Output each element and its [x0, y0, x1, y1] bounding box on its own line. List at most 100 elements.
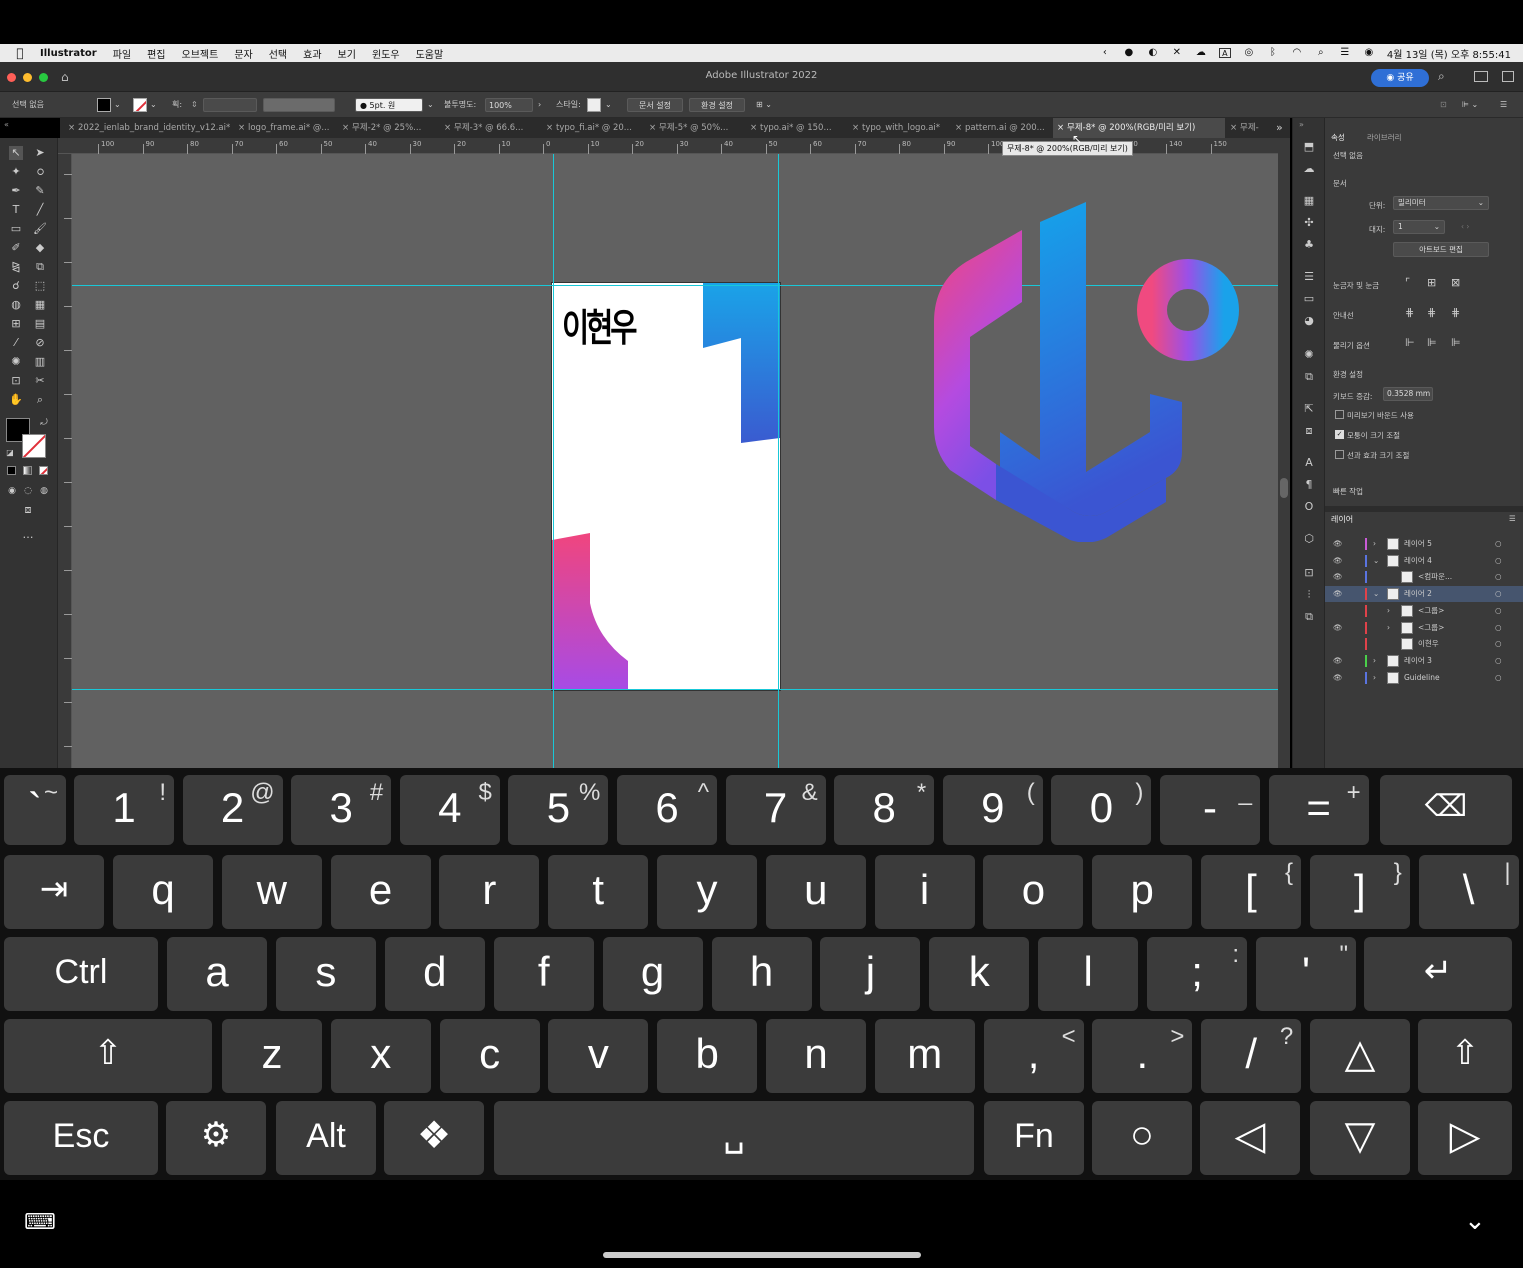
- key-symbol[interactable]: ` ~: [4, 775, 66, 845]
- tab-document[interactable]: × 2022_ienlab_brand_identity_v12.ai*: [64, 118, 232, 138]
- apple-icon[interactable]: : [0, 46, 40, 60]
- guide-horizontal[interactable]: [72, 689, 1278, 690]
- tab-libraries[interactable]: 라이브러리: [1367, 132, 1402, 143]
- disclosure-icon[interactable]: ›: [1387, 603, 1390, 619]
- airplay-icon[interactable]: ◎: [1243, 48, 1255, 58]
- key-g[interactable]: g: [602, 937, 703, 1011]
- tab-document[interactable]: × 무제-5* @ 50%...: [645, 118, 745, 138]
- bluetooth-icon[interactable]: ᛒ: [1267, 48, 1279, 58]
- align-icon[interactable]: ⊡: [1440, 98, 1447, 112]
- tab-document[interactable]: × typo_fi.ai* @ 20...: [542, 118, 642, 138]
- slice-tool-icon[interactable]: ✂: [33, 374, 47, 388]
- target-icon[interactable]: ○: [1495, 636, 1502, 652]
- key-j[interactable]: j: [820, 937, 921, 1011]
- mesh-tool-icon[interactable]: ⊞: [9, 317, 23, 331]
- menu-edit[interactable]: 편집: [147, 46, 165, 61]
- eye-icon[interactable]: 👁: [1333, 569, 1343, 585]
- wifi-icon[interactable]: ◠: [1291, 48, 1303, 58]
- key-symbol[interactable]: /?: [1201, 1019, 1302, 1093]
- rectangle-tool-icon[interactable]: ▭: [9, 222, 23, 236]
- key-b[interactable]: b: [657, 1019, 758, 1093]
- appearance-icon[interactable]: ✺: [1302, 348, 1316, 362]
- space-key[interactable]: ␣: [494, 1101, 974, 1175]
- eye-icon[interactable]: 👁: [1333, 553, 1343, 569]
- key-1[interactable]: 1!: [74, 775, 174, 845]
- more-tabs-icon[interactable]: »: [1276, 121, 1283, 134]
- snap-glyph-icon[interactable]: ⊫: [1451, 336, 1461, 349]
- blend-tool-icon[interactable]: ⊘: [33, 336, 47, 350]
- target-icon[interactable]: ○: [1495, 670, 1502, 686]
- distribute-icon[interactable]: ⊫ ⌄: [1462, 98, 1478, 112]
- layer-name[interactable]: 레이어 2: [1404, 586, 1432, 602]
- shaper-tool-icon[interactable]: ✐: [9, 241, 23, 255]
- hand-tool-icon[interactable]: ✋: [9, 393, 23, 407]
- key-7[interactable]: 7 &: [725, 775, 826, 845]
- pathfinder-icon[interactable]: ⧉: [1302, 610, 1316, 624]
- menubar-datetime[interactable]: 4월 13일 (목) 오후 8:55:41: [1387, 46, 1511, 61]
- preferences-button[interactable]: 환경 설정: [689, 98, 745, 112]
- transparency-icon[interactable]: ◕: [1302, 314, 1316, 328]
- close-tab-icon[interactable]: ×: [238, 118, 245, 138]
- stroke-color-box[interactable]: [22, 434, 46, 458]
- preview-bounds-checkbox[interactable]: [1335, 410, 1344, 419]
- stroke-panel-icon[interactable]: ☰: [1302, 270, 1316, 284]
- layer-name[interactable]: 레이어 3: [1404, 653, 1432, 669]
- panel-collapse-icon[interactable]: «: [4, 120, 9, 129]
- unit-dropdown[interactable]: 밀리미터 ⌄: [1393, 196, 1489, 210]
- backspace-key[interactable]: ⌫: [1380, 775, 1512, 845]
- target-icon[interactable]: ○: [1495, 553, 1502, 569]
- hide-keyboard-icon[interactable]: ⌄: [1464, 1206, 1486, 1236]
- perspective-grid-tool-icon[interactable]: ▦: [33, 298, 47, 312]
- chevron-right-icon[interactable]: ›: [538, 98, 541, 112]
- eye-icon[interactable]: 👁: [1333, 536, 1343, 552]
- warp-tool-icon[interactable]: ☌: [9, 279, 23, 293]
- close-tab-icon[interactable]: ×: [649, 118, 656, 138]
- tab-document[interactable]: × pattern.ai @ 200...: [951, 118, 1053, 138]
- layer-row[interactable]: 👁 › <그룹> ○: [1325, 620, 1523, 636]
- opacity-label[interactable]: 불투명도:: [444, 98, 476, 112]
- arrange-icon[interactable]: ⊞ ⌄: [756, 98, 772, 112]
- key-6[interactable]: 6 ^: [617, 775, 717, 845]
- input-source-icon[interactable]: A: [1218, 48, 1231, 58]
- paintbrush-tool-icon[interactable]: 🖌: [33, 222, 47, 236]
- guide-vertical[interactable]: [778, 154, 779, 768]
- character-icon[interactable]: A: [1302, 456, 1316, 470]
- close-tab-icon[interactable]: ×: [342, 118, 349, 138]
- eye-icon[interactable]: 👁: [1333, 653, 1343, 669]
- draw-mode-icon[interactable]: ◉: [5, 484, 19, 498]
- key-symbol[interactable]: \ |: [1418, 855, 1519, 929]
- layer-name[interactable]: <컴파운...: [1418, 569, 1452, 585]
- circle-key[interactable]: ○: [1092, 1101, 1192, 1175]
- transparency-grid-icon[interactable]: ⊠: [1451, 276, 1460, 289]
- screen-mode-icon[interactable]: ⧈: [21, 503, 35, 517]
- close-tab-icon[interactable]: ×: [955, 118, 962, 138]
- arrow-right-key[interactable]: ▷: [1418, 1101, 1512, 1175]
- chevron-down-icon[interactable]: ⌄: [114, 98, 121, 112]
- layer-row[interactable]: 이현우 ○: [1325, 636, 1523, 652]
- lock-guides-icon[interactable]: ⋕: [1427, 306, 1436, 319]
- key-v[interactable]: v: [548, 1019, 649, 1093]
- direct-selection-tool-icon[interactable]: ➤: [33, 146, 47, 160]
- menu-help[interactable]: 도움말: [416, 46, 444, 61]
- close-tab-icon[interactable]: ×: [750, 118, 757, 138]
- close-tab-icon[interactable]: ×: [546, 118, 553, 138]
- search-icon[interactable]: ⌕: [1315, 48, 1327, 58]
- settings-key[interactable]: ⚙: [166, 1101, 266, 1175]
- line-tool-icon[interactable]: ╱: [33, 203, 47, 217]
- layer-name[interactable]: <그룹>: [1418, 620, 1444, 636]
- arrow-left-key[interactable]: ◁: [1200, 1101, 1300, 1175]
- close-tab-icon[interactable]: ×: [68, 118, 75, 138]
- super-key[interactable]: ❖: [384, 1101, 484, 1175]
- layer-row[interactable]: 👁 › 레이어 3 ○: [1325, 653, 1523, 669]
- layer-row[interactable]: 👁 › Guideline ○: [1325, 670, 1523, 686]
- enter-key[interactable]: ↵: [1364, 937, 1512, 1011]
- key-symbol[interactable]: ]}: [1309, 855, 1410, 929]
- smart-guides-icon[interactable]: ⋕: [1451, 306, 1460, 319]
- draw-behind-icon[interactable]: ◌: [21, 484, 35, 498]
- eye-icon[interactable]: 👁: [1333, 670, 1343, 686]
- layer-name[interactable]: 레이어 4: [1404, 553, 1432, 569]
- style-swatch[interactable]: [587, 98, 601, 112]
- key-symbol[interactable]: ;:: [1147, 937, 1248, 1011]
- key-r[interactable]: r: [439, 855, 540, 929]
- arrange-documents-icon[interactable]: [1474, 71, 1488, 82]
